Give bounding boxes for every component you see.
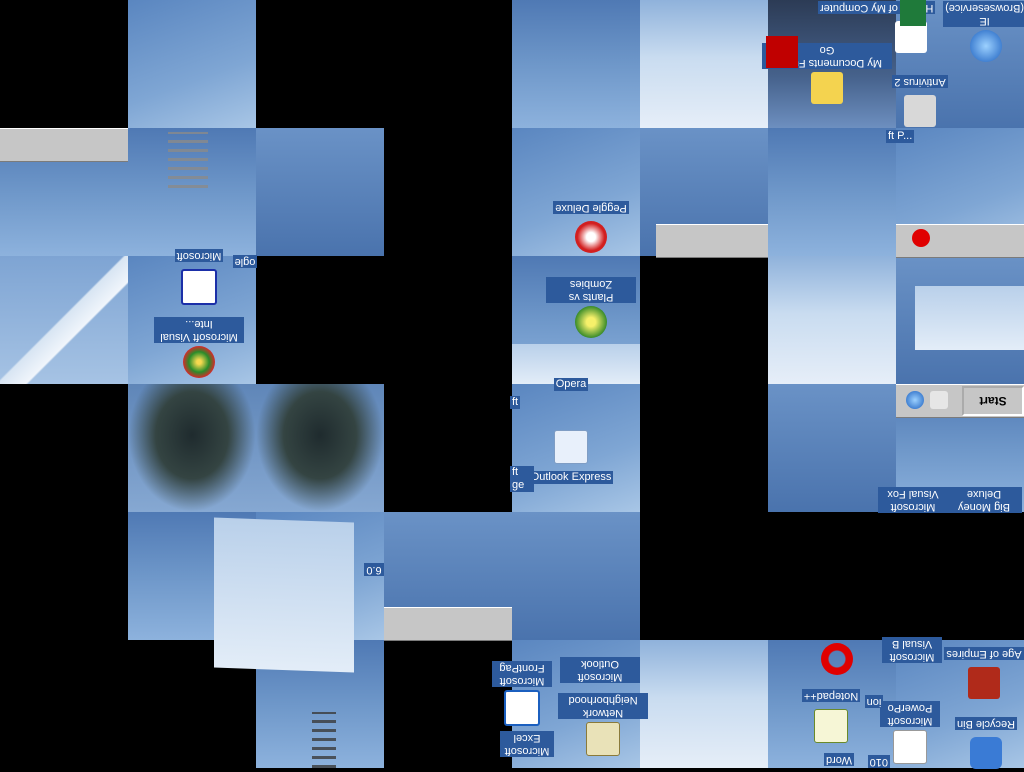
taskbar-fragment <box>656 224 768 258</box>
desktop-icon-ms-visual-inter[interactable]: Microsoft Visual Inte... <box>154 316 244 378</box>
wallpaper-tile <box>256 128 384 256</box>
desktop-icon-label: Notepad++ <box>801 689 861 702</box>
desktop-icon-label: Microsoft Visual Fox <box>878 487 948 513</box>
desktop-icon-label: Plants vs Zombies <box>546 277 636 303</box>
network-icon <box>586 722 620 756</box>
desktop-icon-google[interactable]: ogle <box>230 254 260 272</box>
desktop-icon-label: Word <box>823 753 855 766</box>
wallpaper-tile <box>640 0 768 128</box>
desktop-icon-opera-bottom[interactable] <box>792 640 882 675</box>
desktop-icon-label: Big Money Deluxe <box>946 487 1022 513</box>
opera-tray-icon[interactable] <box>912 229 930 247</box>
desktop-icon-ie[interactable]: IE (Browseservice) <box>943 0 1024 62</box>
frontpage-icon <box>504 690 540 726</box>
explorer-tray-icon[interactable] <box>930 391 948 409</box>
desktop-icon-label: ft <box>510 396 521 409</box>
wallpaper-tile <box>768 128 896 256</box>
desktop-icon-opera[interactable]: Opera <box>526 374 616 392</box>
desktop-icon-label: ion <box>864 695 884 708</box>
start-label: Start <box>979 394 1007 408</box>
desktop-icon-office-2010[interactable]: 010 <box>867 754 890 772</box>
desktop-icon-ms-visual-fox[interactable]: Microsoft Visual Fox <box>878 486 948 513</box>
desktop-icon-ie-version[interactable]: 6.0 <box>362 562 386 580</box>
wallpaper-tile <box>768 384 896 512</box>
desktop-icon-label: Microsoft PowerPo <box>880 701 940 727</box>
wallpaper-tile <box>0 256 128 384</box>
window-fragment <box>915 286 1024 350</box>
outlook-express-icon <box>554 430 588 464</box>
wallpaper-tile <box>128 384 256 512</box>
taskbar-fragment <box>0 128 128 162</box>
desktop-icon-label: ft ge <box>510 466 534 492</box>
desktop-icon-label: ft P... <box>886 130 915 143</box>
excel-icon <box>900 0 926 26</box>
desktop-icon-age-empires[interactable]: Age of Empires <box>944 646 1024 699</box>
flash-icon <box>766 36 798 68</box>
folder-icon <box>811 72 843 104</box>
desktop-icon-ms-visual-b[interactable]: Microsoft Visual B <box>882 636 942 663</box>
desktop-icon-label: 010 <box>867 755 890 768</box>
window-fragment <box>214 517 354 673</box>
recycle-bin-icon <box>970 737 1002 769</box>
desktop-icon-label: IE (Browseservice) <box>943 1 1024 27</box>
desktop-icon-label: Microsoft FrontPag <box>492 661 552 687</box>
desktop-icon-ms-frontpage[interactable]: Microsoft FrontPag <box>492 660 552 726</box>
ie-tray-icon[interactable] <box>906 391 924 409</box>
desktop-icon-label: Recycle Bin <box>954 717 1018 730</box>
ladder-graphic <box>168 132 208 188</box>
desktop-icon-antivirus[interactable]: Antivirus 2 <box>880 74 960 127</box>
desktop-icon-label: Peggle Deluxe <box>553 201 629 214</box>
desktop-icon-label: Microsoft Outlook <box>560 657 640 683</box>
word-icon <box>181 269 217 305</box>
desktop-icon-label: ogle <box>232 255 258 268</box>
wallpaper-tile <box>256 384 384 512</box>
powerpoint-icon <box>893 730 927 764</box>
desktop-icon-label: Microsoft <box>174 249 224 262</box>
opera-icon <box>821 643 853 675</box>
peggle-icon <box>575 221 607 253</box>
desktop-icon-soft-left[interactable]: ft <box>510 392 530 410</box>
plants-zombies-icon <box>575 306 607 338</box>
wallpaper-tile <box>768 256 896 384</box>
wallpaper-tile <box>512 0 640 128</box>
notepad-icon <box>814 709 848 743</box>
desktop-icon-label: Microsoft Visual B <box>882 637 942 663</box>
desktop-icon-plants-zombies[interactable]: Plants vs Zombies <box>546 276 636 338</box>
start-button[interactable]: Start <box>962 386 1024 416</box>
desktop-icon-network-neighborhood[interactable]: Network Neighborhood <box>558 692 648 756</box>
desktop-icon-recycle-bin[interactable]: Recycle Bin <box>946 716 1024 769</box>
desktop-icon-label: Outlook Express <box>528 471 614 484</box>
desktop-icon-big-money[interactable]: Big Money Deluxe <box>946 486 1022 513</box>
desktop-icon-label: Network Neighborhood <box>558 693 648 719</box>
desktop-icon-label: Microsoft Excel <box>500 731 554 757</box>
desktop-icon-ion[interactable]: ion <box>864 694 884 712</box>
antivirus-icon <box>904 95 936 127</box>
desktop-icon-label: Microsoft Visual Inte... <box>154 317 244 343</box>
desktop-icon-soft-left2[interactable]: ft ge <box>510 466 534 493</box>
desktop-icon-outlook-express[interactable]: Outlook Express <box>526 430 616 485</box>
ladder-graphic <box>312 712 336 768</box>
desktop-icon-ms-excel[interactable]: Microsoft Excel <box>500 730 554 757</box>
wallpaper-tile <box>512 512 640 640</box>
desktop-icon-label: Age of Empires <box>944 647 1024 660</box>
taskbar-fragment <box>384 607 512 641</box>
internet-explorer-icon <box>970 30 1002 62</box>
visual-interdev-icon <box>183 346 215 378</box>
desktop-icon-label: 6.0 <box>364 563 384 576</box>
wallpaper-tile <box>640 640 768 768</box>
desktop-icon-label: Antivirus 2 <box>892 75 948 88</box>
age-of-empires-icon <box>968 667 1000 699</box>
desktop-icon-label: Opera <box>553 378 589 391</box>
desktop-icon-ms-outlook[interactable]: Microsoft Outlook <box>560 656 640 683</box>
wallpaper-tile <box>128 0 256 128</box>
desktop-icon-ms-p[interactable]: ft P... <box>886 126 916 144</box>
desktop-icon-notepad[interactable]: Notepad++ <box>786 688 876 743</box>
desktop-icon-peggle[interactable]: Peggle Deluxe <box>546 200 636 253</box>
